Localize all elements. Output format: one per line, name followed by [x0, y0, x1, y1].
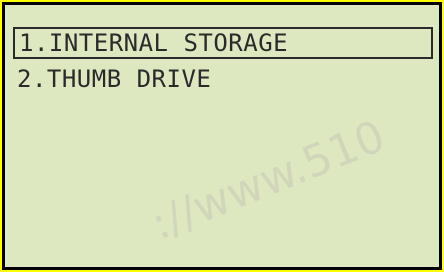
menu-item-thumb-drive[interactable]: 2.THUMB DRIVE [13, 63, 433, 95]
storage-menu: 1.INTERNAL STORAGE 2.THUMB DRIVE [13, 27, 433, 95]
menu-item-internal-storage[interactable]: 1.INTERNAL STORAGE [13, 27, 433, 59]
lcd-screen: 1.INTERNAL STORAGE 2.THUMB DRIVE ://www.… [2, 2, 442, 270]
watermark-text: ://www.510 [144, 110, 392, 251]
